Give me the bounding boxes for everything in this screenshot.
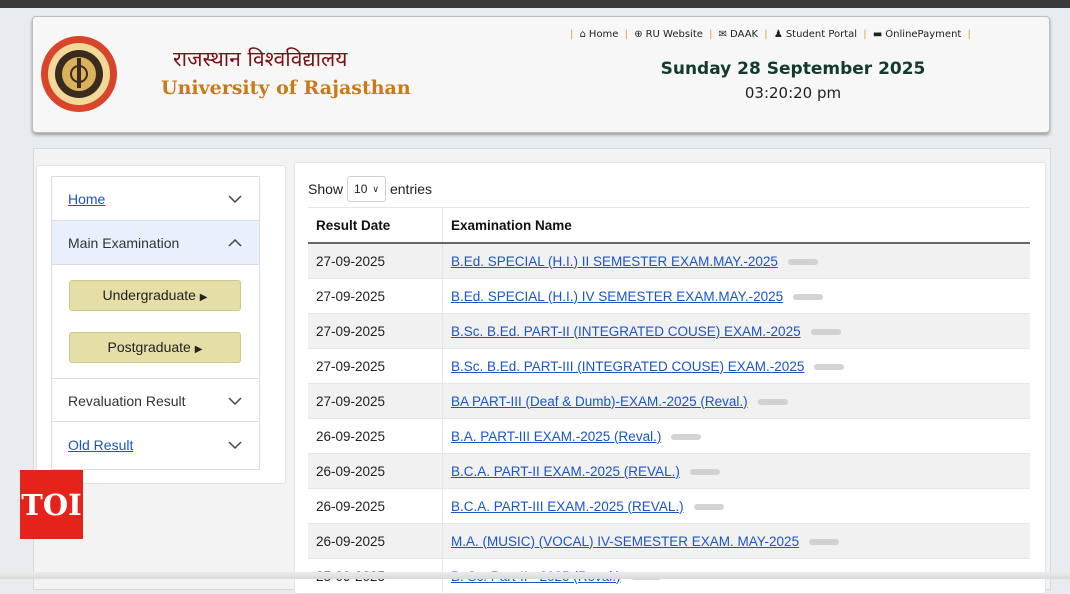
exam-link[interactable]: M.A. (MUSIC) (VOCAL) IV-SEMESTER EXAM. M… — [451, 534, 799, 549]
table-header-row: Result Date Examination Name — [308, 207, 1030, 244]
university-logo — [41, 36, 117, 112]
nav-student-portal[interactable]: ♟ Student Portal — [774, 29, 857, 40]
new-badge-icon — [671, 433, 702, 440]
globe-icon: ⊕ — [634, 29, 643, 40]
result-date: 27-09-2025 — [308, 313, 443, 349]
result-date: 27-09-2025 — [308, 278, 443, 314]
undergraduate-button[interactable]: Undergraduate ▶ — [69, 280, 241, 311]
result-date: 26-09-2025 — [308, 453, 443, 489]
sidebar-item-label: Main Examination — [68, 235, 180, 251]
result-date: 26-09-2025 — [308, 488, 443, 524]
toi-watermark: TOI — [20, 470, 83, 539]
result-date: 27-09-2025 — [308, 348, 443, 384]
table-row: 26-09-2025 M.A. (MUSIC) (VOCAL) IV-SEMEST… — [308, 523, 1030, 559]
sidebar-item-revaluation-result[interactable]: Revaluation Result — [52, 378, 259, 422]
top-nav: | ⌂ Home | ⊕ RU Website | ✉ DAAK | ♟ Student… — [570, 29, 971, 40]
sidebar-item-home[interactable]: Home — [52, 177, 259, 221]
card-icon: ▬ — [872, 29, 883, 40]
caret-right-icon: ▶ — [199, 292, 208, 303]
column-header-examination-name[interactable]: Examination Name — [442, 207, 1030, 244]
university-title-english: University of Rajasthan — [161, 77, 411, 99]
caret-right-icon: ▶ — [194, 344, 203, 355]
table-row: 27-09-2025 B.Ed. SPECIAL (H.I.) II SEMEST… — [308, 242, 1030, 279]
table-row: 26-09-2025 B.C.A. PART-II EXAM.-2025 (REV… — [308, 453, 1030, 489]
table-row: 27-09-2025 BA PART-III (Deaf & Dumb)-EXAM… — [308, 383, 1030, 419]
exam-link[interactable]: B.C.A. PART-II EXAM.-2025 (REVAL.) — [451, 464, 680, 479]
exam-link[interactable]: B.A. PART-III EXAM.-2025 (Reval.) — [451, 429, 661, 444]
envelope-icon: ✉ — [718, 29, 728, 40]
exam-link[interactable]: BA PART-III (Deaf & Dumb)-EXAM.-2025 (Re… — [451, 394, 748, 409]
student-icon: ♟ — [773, 29, 783, 40]
result-date: 26-09-2025 — [308, 523, 443, 559]
chevron-down-icon[interactable] — [227, 393, 243, 409]
column-header-result-date[interactable]: Result Date — [308, 207, 443, 244]
sidebar-accordion: Home Main Examination Undergraduate ▶ Po… — [51, 176, 260, 470]
sidebar-item-main-examination[interactable]: Main Examination — [52, 221, 259, 265]
university-title-hindi: राजस्थान विश्वविद्यालय — [173, 47, 348, 71]
nav-daak[interactable]: ✉ DAAK — [719, 29, 758, 40]
chevron-up-icon[interactable] — [227, 235, 243, 251]
current-time: 03:20:20 pm — [744, 84, 842, 102]
entries-select[interactable]: 10 ∨ — [347, 176, 386, 202]
nav-home[interactable]: ⌂ Home — [580, 29, 619, 40]
new-badge-icon — [809, 538, 840, 545]
new-badge-icon — [689, 468, 720, 475]
table-row: 27-09-2025 B.Sc. B.Ed. PART-III (INTEGRAT… — [308, 348, 1030, 384]
sidebar-item-label[interactable]: Home — [68, 191, 105, 207]
new-badge-icon — [810, 328, 841, 335]
exam-link[interactable]: B.Sc. B.Ed. PART-II (INTEGRATED COUSE) E… — [451, 324, 801, 339]
postgraduate-button[interactable]: Postgraduate ▶ — [69, 332, 241, 363]
bottom-fade — [0, 572, 1070, 579]
current-date: Sunday 28 September 2025 — [660, 59, 926, 79]
top-bar — [0, 0, 1070, 8]
chevron-down-icon[interactable] — [227, 191, 243, 207]
result-date: 27-09-2025 — [308, 242, 443, 279]
table-row: 26-09-2025 B.A. PART-III EXAM.-2025 (Reva… — [308, 418, 1030, 454]
site-header: राजस्थान विश्वविद्यालय University of Raj… — [32, 16, 1050, 133]
chevron-down-icon: ∨ — [372, 183, 379, 194]
sidebar-item-label[interactable]: Old Result — [68, 437, 133, 453]
table-row: 26-09-2025 B.C.A. PART-III EXAM.-2025 (RE… — [308, 488, 1030, 524]
exam-link[interactable]: B.Ed. SPECIAL (H.I.) II SEMESTER EXAM.MA… — [451, 254, 778, 269]
table-row: 27-09-2025 B.Ed. SPECIAL (H.I.) IV SEMEST… — [308, 278, 1030, 314]
result-date: 26-09-2025 — [308, 418, 443, 454]
new-badge-icon — [693, 503, 724, 510]
new-badge-icon — [814, 363, 845, 370]
table-row: 27-09-2025 B.Sc. B.Ed. PART-II (INTEGRATE… — [308, 313, 1030, 349]
nav-online-payment[interactable]: ▬ OnlinePayment — [873, 29, 962, 40]
new-badge-icon — [787, 258, 818, 265]
exam-link[interactable]: B.Ed. SPECIAL (H.I.) IV SEMESTER EXAM.MA… — [451, 289, 783, 304]
home-icon: ⌂ — [579, 29, 586, 40]
nav-ru-website[interactable]: ⊕ RU Website — [634, 29, 703, 40]
result-date: 27-09-2025 — [308, 383, 443, 419]
chevron-down-icon[interactable] — [227, 437, 243, 453]
results-table: Result Date Examination Name 27-09-2025 B… — [308, 207, 1030, 593]
exam-link[interactable]: B.C.A. PART-III EXAM.-2025 (REVAL.) — [451, 499, 684, 514]
sidebar-item-old-result[interactable]: Old Result — [52, 423, 259, 467]
sidebar-item-label: Revaluation Result — [68, 393, 186, 409]
new-badge-icon — [793, 293, 824, 300]
new-badge-icon — [757, 398, 788, 405]
entries-control: Show 10 ∨ entries — [308, 176, 432, 202]
exam-link[interactable]: B.Sc. B.Ed. PART-III (INTEGRATED COUSE) … — [451, 359, 804, 374]
